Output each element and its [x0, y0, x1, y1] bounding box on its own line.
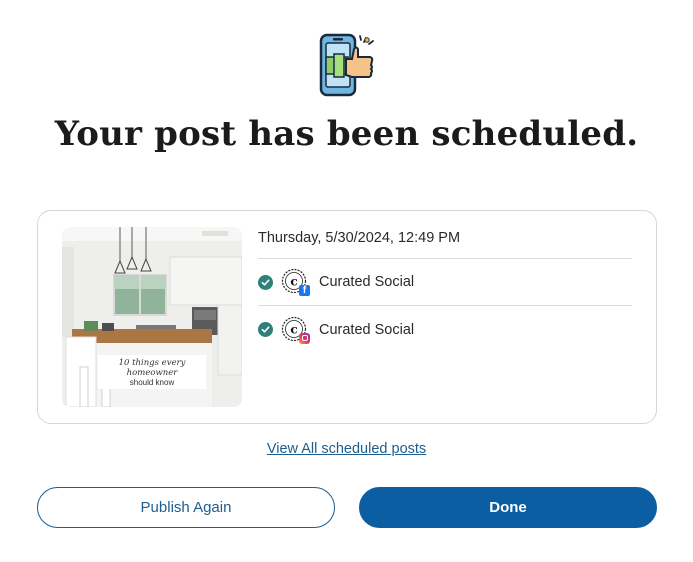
svg-text:c: c	[290, 275, 297, 289]
page-title: Your post has been scheduled.	[54, 114, 639, 154]
view-all-scheduled-posts-link[interactable]: View All scheduled posts	[0, 441, 693, 457]
done-button[interactable]: Done	[359, 487, 657, 528]
account-name: Curated Social	[319, 321, 415, 338]
phone-thumbs-up-icon	[316, 32, 378, 98]
svg-text:c: c	[290, 322, 297, 336]
account-row-facebook: c f Curated Social	[258, 259, 632, 306]
scheduled-datetime: Thursday, 5/30/2024, 12:49 PM	[258, 227, 632, 259]
scheduled-post-card: 10 things every homeowner should know Th…	[37, 210, 657, 424]
account-row-instagram: c Curated Social	[258, 306, 632, 353]
post-image-caption: 10 things every homeowner should know	[98, 355, 206, 389]
instagram-icon	[299, 332, 310, 344]
post-details: Thursday, 5/30/2024, 12:49 PM c f Curate…	[258, 227, 632, 353]
post-image: 10 things every homeowner should know	[62, 227, 242, 407]
publish-again-button[interactable]: Publish Again	[37, 487, 335, 528]
check-circle-icon	[258, 322, 273, 337]
facebook-icon: f	[299, 285, 310, 296]
avatar: c	[281, 316, 310, 344]
check-circle-icon	[258, 274, 273, 290]
account-name: Curated Social	[319, 274, 415, 290]
avatar: c f	[281, 268, 310, 296]
